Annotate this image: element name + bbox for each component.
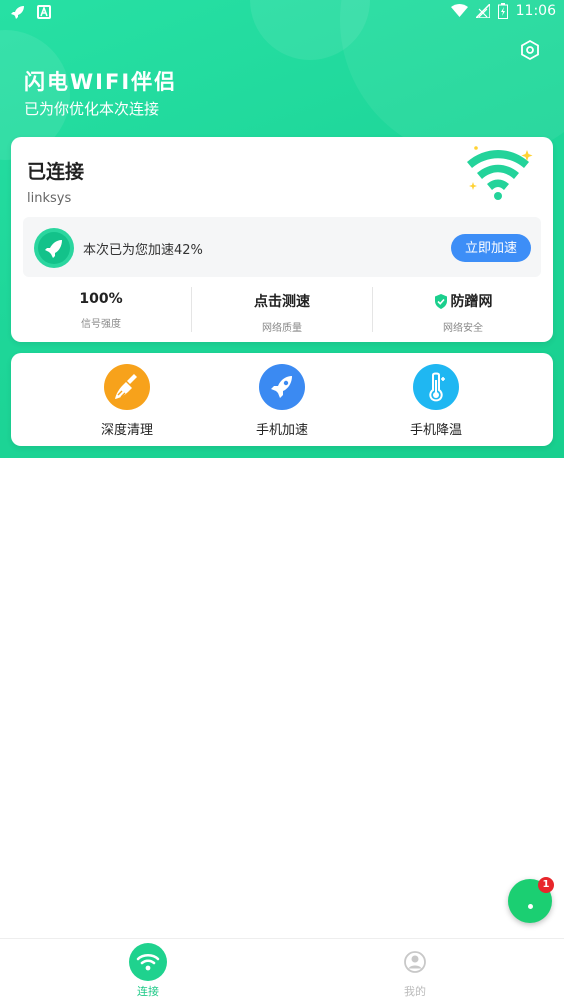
status-bar: 11:06 bbox=[0, 0, 564, 24]
tool-label: 深度清理 bbox=[100, 423, 153, 438]
stat-signal-strength: 100% 信号强度 bbox=[11, 287, 191, 332]
connection-card: 已连接 linksys 本次已为您加速42% 立即加速 100% 信号强度 点击… bbox=[11, 137, 553, 342]
floating-action-button[interactable]: 1 bbox=[508, 877, 554, 923]
stat-label: 网络质量 bbox=[262, 323, 302, 334]
rocket-icon bbox=[259, 364, 305, 410]
boost-banner: 本次已为您加速42% 立即加速 bbox=[23, 217, 541, 277]
bottom-tab-bar: 连接 我的 bbox=[0, 938, 564, 1002]
decorative-bubble bbox=[340, 0, 564, 160]
boost-now-button[interactable]: 立即加速 bbox=[451, 234, 531, 262]
broom-icon bbox=[104, 364, 150, 410]
tool-phone-boost[interactable]: 手机加速 bbox=[232, 364, 332, 438]
wifi-illustration-icon bbox=[467, 146, 533, 200]
wifi-icon bbox=[129, 943, 167, 981]
tools-card: 深度清理 手机加速 手机降温 bbox=[11, 353, 553, 446]
thermometer-icon bbox=[413, 364, 459, 410]
stat-label: 网络安全 bbox=[443, 323, 483, 334]
user-icon bbox=[404, 951, 426, 973]
tab-label: 连接 bbox=[137, 985, 159, 998]
hexagon-settings-icon[interactable] bbox=[519, 39, 541, 61]
shield-icon bbox=[434, 293, 447, 309]
network-stats: 100% 信号强度 点击测速 网络质量 防蹭网 网络安全 bbox=[11, 287, 553, 334]
rocket-badge-icon bbox=[34, 228, 74, 268]
app-subtitle: 已为你优化本次连接 bbox=[24, 100, 160, 118]
tab-label: 我的 bbox=[404, 985, 426, 998]
tool-deep-clean[interactable]: 深度清理 bbox=[77, 364, 177, 438]
tool-label: 手机加速 bbox=[255, 423, 308, 438]
fab-dot-icon bbox=[528, 904, 533, 909]
stat-value: 100% bbox=[79, 291, 123, 307]
tool-phone-cooling[interactable]: 手机降温 bbox=[386, 364, 486, 438]
app-title: 闪电WIFI伴侣 bbox=[24, 70, 178, 94]
tab-mine[interactable]: 我的 bbox=[385, 943, 445, 999]
wifi-signal-icon bbox=[450, 4, 468, 17]
battery-icon bbox=[497, 3, 508, 19]
stat-value[interactable]: 点击测速 bbox=[192, 291, 372, 311]
cellular-signal-icon bbox=[475, 4, 490, 18]
stat-label: 信号强度 bbox=[81, 319, 121, 330]
app-notification-icon bbox=[37, 5, 51, 19]
status-time: 11:06 bbox=[515, 3, 556, 19]
stat-speed-test[interactable]: 点击测速 网络质量 bbox=[191, 287, 372, 334]
stat-value: 防蹭网 bbox=[450, 294, 493, 310]
notification-badge: 1 bbox=[538, 877, 554, 893]
connection-status: 已连接 bbox=[27, 161, 85, 183]
tool-label: 手机降温 bbox=[409, 423, 462, 438]
boost-message: 本次已为您加速42% bbox=[83, 243, 203, 258]
stat-network-security[interactable]: 防蹭网 网络安全 bbox=[372, 287, 553, 334]
tab-connect[interactable]: 连接 bbox=[118, 943, 178, 999]
network-ssid: linksys bbox=[27, 191, 72, 206]
stat-value-row[interactable]: 防蹭网 bbox=[373, 291, 553, 311]
rocket-notification-icon bbox=[11, 6, 24, 19]
